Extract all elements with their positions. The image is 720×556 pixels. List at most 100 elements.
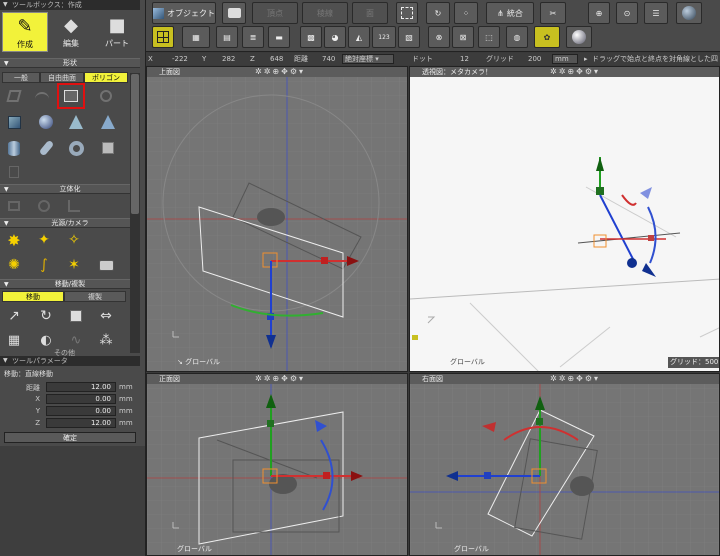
rectangle-tool-icon[interactable] <box>57 83 85 109</box>
numeric-input-button[interactable]: 123 <box>372 26 396 48</box>
section-shape[interactable]: ▼ 形状 <box>0 58 140 68</box>
env-button[interactable]: ◍ <box>506 26 528 48</box>
snap-button[interactable]: ⊙ <box>616 2 638 24</box>
front-view-canvas[interactable] <box>147 374 408 556</box>
shape-tab-general[interactable]: 一般 <box>2 72 40 83</box>
persp-control-icons[interactable]: ✲✲⊕✥⚙▾ <box>550 67 600 77</box>
wrench-button[interactable]: ✂ <box>540 2 566 24</box>
directional-light-tool-icon[interactable]: ✶ <box>64 255 84 275</box>
front-control-icons[interactable]: ✲✲⊕✥⚙▾ <box>255 374 305 384</box>
sphere-map-button[interactable]: ⊗ <box>428 26 450 48</box>
cylinder-tool-icon[interactable] <box>4 138 24 158</box>
ruler-button[interactable]: ◭ <box>348 26 370 48</box>
polygon-tool-icon[interactable] <box>4 86 24 106</box>
select-box-button[interactable] <box>396 2 418 24</box>
unit-select[interactable]: mm <box>552 54 578 64</box>
move-tool-icon[interactable]: ↗ <box>4 306 24 326</box>
array-tool-icon[interactable]: ⁂ <box>96 330 116 350</box>
table-button[interactable]: ▤ <box>216 26 238 48</box>
shape-button[interactable]: ✿ <box>534 26 560 48</box>
view-control-icons[interactable]: ✲✲⊕✥⚙▾ <box>255 67 305 77</box>
vertex-mode-button[interactable]: 頂点 <box>252 2 298 24</box>
coord-mode-select[interactable]: 絶対座標 ▾ <box>342 54 394 64</box>
render-globe-button[interactable] <box>676 2 702 24</box>
right-control-icons[interactable]: ✲✲⊕✥⚙▾ <box>550 374 600 384</box>
preview-button[interactable] <box>566 26 592 48</box>
area-light-tool-icon[interactable]: ✺ <box>4 255 24 275</box>
param-x-field[interactable]: 0.00 <box>46 394 116 404</box>
link-button[interactable]: ⁘ <box>454 2 478 24</box>
grid-value: 200 <box>528 55 542 63</box>
list-button[interactable]: ☰ <box>644 2 668 24</box>
param-distance-field[interactable]: 12.00 <box>46 382 116 392</box>
viewport-top[interactable]: 上面図 ✲✲⊕✥⚙▾ ↘ グローバル <box>146 66 408 372</box>
cube-grey-tool-icon[interactable] <box>98 138 118 158</box>
capsule-tool-icon[interactable] <box>36 138 56 158</box>
sphere-tool-icon[interactable] <box>36 112 56 132</box>
uv-button[interactable]: ⬚ <box>478 26 500 48</box>
camera-button[interactable] <box>222 2 246 24</box>
layers-button[interactable]: ≣ <box>242 26 264 48</box>
refresh-button[interactable]: ↻ <box>426 2 450 24</box>
line-light-tool-icon[interactable]: ∫ <box>34 255 54 275</box>
z-label: Z <box>250 55 255 63</box>
spotlight-tool-icon[interactable]: ✦ <box>34 230 54 250</box>
right-view-canvas[interactable] <box>410 374 720 556</box>
edge-mode-button[interactable]: 稜線 <box>302 2 348 24</box>
box-tool-icon[interactable] <box>4 112 24 132</box>
torus-tool-icon[interactable] <box>66 138 86 158</box>
camera-tool-icon[interactable] <box>96 255 116 275</box>
face-mode-button[interactable]: 面 <box>352 2 388 24</box>
perspective-canvas[interactable] <box>410 67 720 372</box>
section-light[interactable]: ▼ 光源/カメラ <box>0 218 140 228</box>
section-move[interactable]: ▼ 移動/複製 <box>0 279 140 289</box>
texture-button[interactable]: ⊠ <box>452 26 474 48</box>
revolve-tool-icon[interactable] <box>34 196 54 216</box>
scale-tool-icon[interactable] <box>66 306 86 326</box>
collapse-params-icon[interactable]: ▼ <box>3 356 8 366</box>
grid-button[interactable]: ▦ <box>182 26 210 48</box>
view-single-button[interactable] <box>152 26 174 48</box>
material-button[interactable]: ◕ <box>324 26 346 48</box>
transform-tool-icon[interactable]: ▦ <box>4 330 24 350</box>
checker-button[interactable]: ▩ <box>300 26 322 48</box>
cone-tool-icon[interactable] <box>98 112 118 132</box>
param-y-field[interactable]: 0.00 <box>46 406 116 416</box>
shade-button[interactable]: ▬ <box>268 26 290 48</box>
top-view-canvas[interactable] <box>147 67 408 372</box>
edge-mode-label: 稜線 <box>317 8 333 18</box>
tab-create[interactable]: ✎ 作成 <box>2 12 48 52</box>
section-solid[interactable]: ▼ 立体化 <box>0 184 140 194</box>
sweep-move-tool-icon[interactable]: ◐ <box>36 330 56 350</box>
material-icon: ◕ <box>331 32 339 42</box>
point-light-tool-icon[interactable]: ✧ <box>64 230 84 250</box>
confirm-button[interactable]: 確定 <box>4 432 136 443</box>
crosshair-button[interactable]: ⊕ <box>588 2 610 24</box>
extrude-tool-icon[interactable] <box>4 196 24 216</box>
top-view-title: 上面図 <box>159 68 180 76</box>
unit-value: mm <box>555 55 569 63</box>
sweep-tool-icon[interactable] <box>64 196 84 216</box>
viewport-right[interactable]: 右面図 ✲✲⊕✥⚙▾ グローバル <box>409 373 720 556</box>
param-z-field[interactable]: 12.00 <box>46 418 116 428</box>
tab-edit[interactable]: ◆ 編集 <box>48 12 94 52</box>
wrap-tool-icon[interactable]: ∿ <box>66 330 86 350</box>
shape-tab-polygon[interactable]: ポリゴン <box>84 72 128 83</box>
move-tab[interactable]: 移動 <box>2 291 64 302</box>
pyramid-tool-icon[interactable] <box>66 112 86 132</box>
circle-tool-icon[interactable] <box>96 86 116 106</box>
viewport-perspective[interactable]: 透視図：メタカメラ！ ✲✲⊕✥⚙▾ グローバル グリッド：500m <box>409 66 720 372</box>
merge-button[interactable]: ⋔ 統合 <box>486 2 534 24</box>
tab-part[interactable]: ■ パート <box>94 12 140 52</box>
wire-button[interactable]: ▧ <box>398 26 420 48</box>
mirror-tool-icon[interactable]: ⇔ <box>96 306 116 326</box>
object-mode-button[interactable]: オブジェクト <box>152 2 216 24</box>
shape-tab-freeform[interactable]: 自由曲面 <box>40 72 84 83</box>
copy-tab[interactable]: 複製 <box>64 291 126 302</box>
light-tool-icon[interactable]: ✸ <box>4 230 24 250</box>
collapse-icon[interactable]: ▼ <box>3 0 8 10</box>
rotate-tool-icon[interactable]: ↻ <box>36 306 56 326</box>
toolbox-scroll-thumb[interactable] <box>131 74 139 214</box>
arc-tool-icon[interactable] <box>32 86 52 106</box>
viewport-front[interactable]: 正面図 ✲✲⊕✥⚙▾ グローバル <box>146 373 408 556</box>
